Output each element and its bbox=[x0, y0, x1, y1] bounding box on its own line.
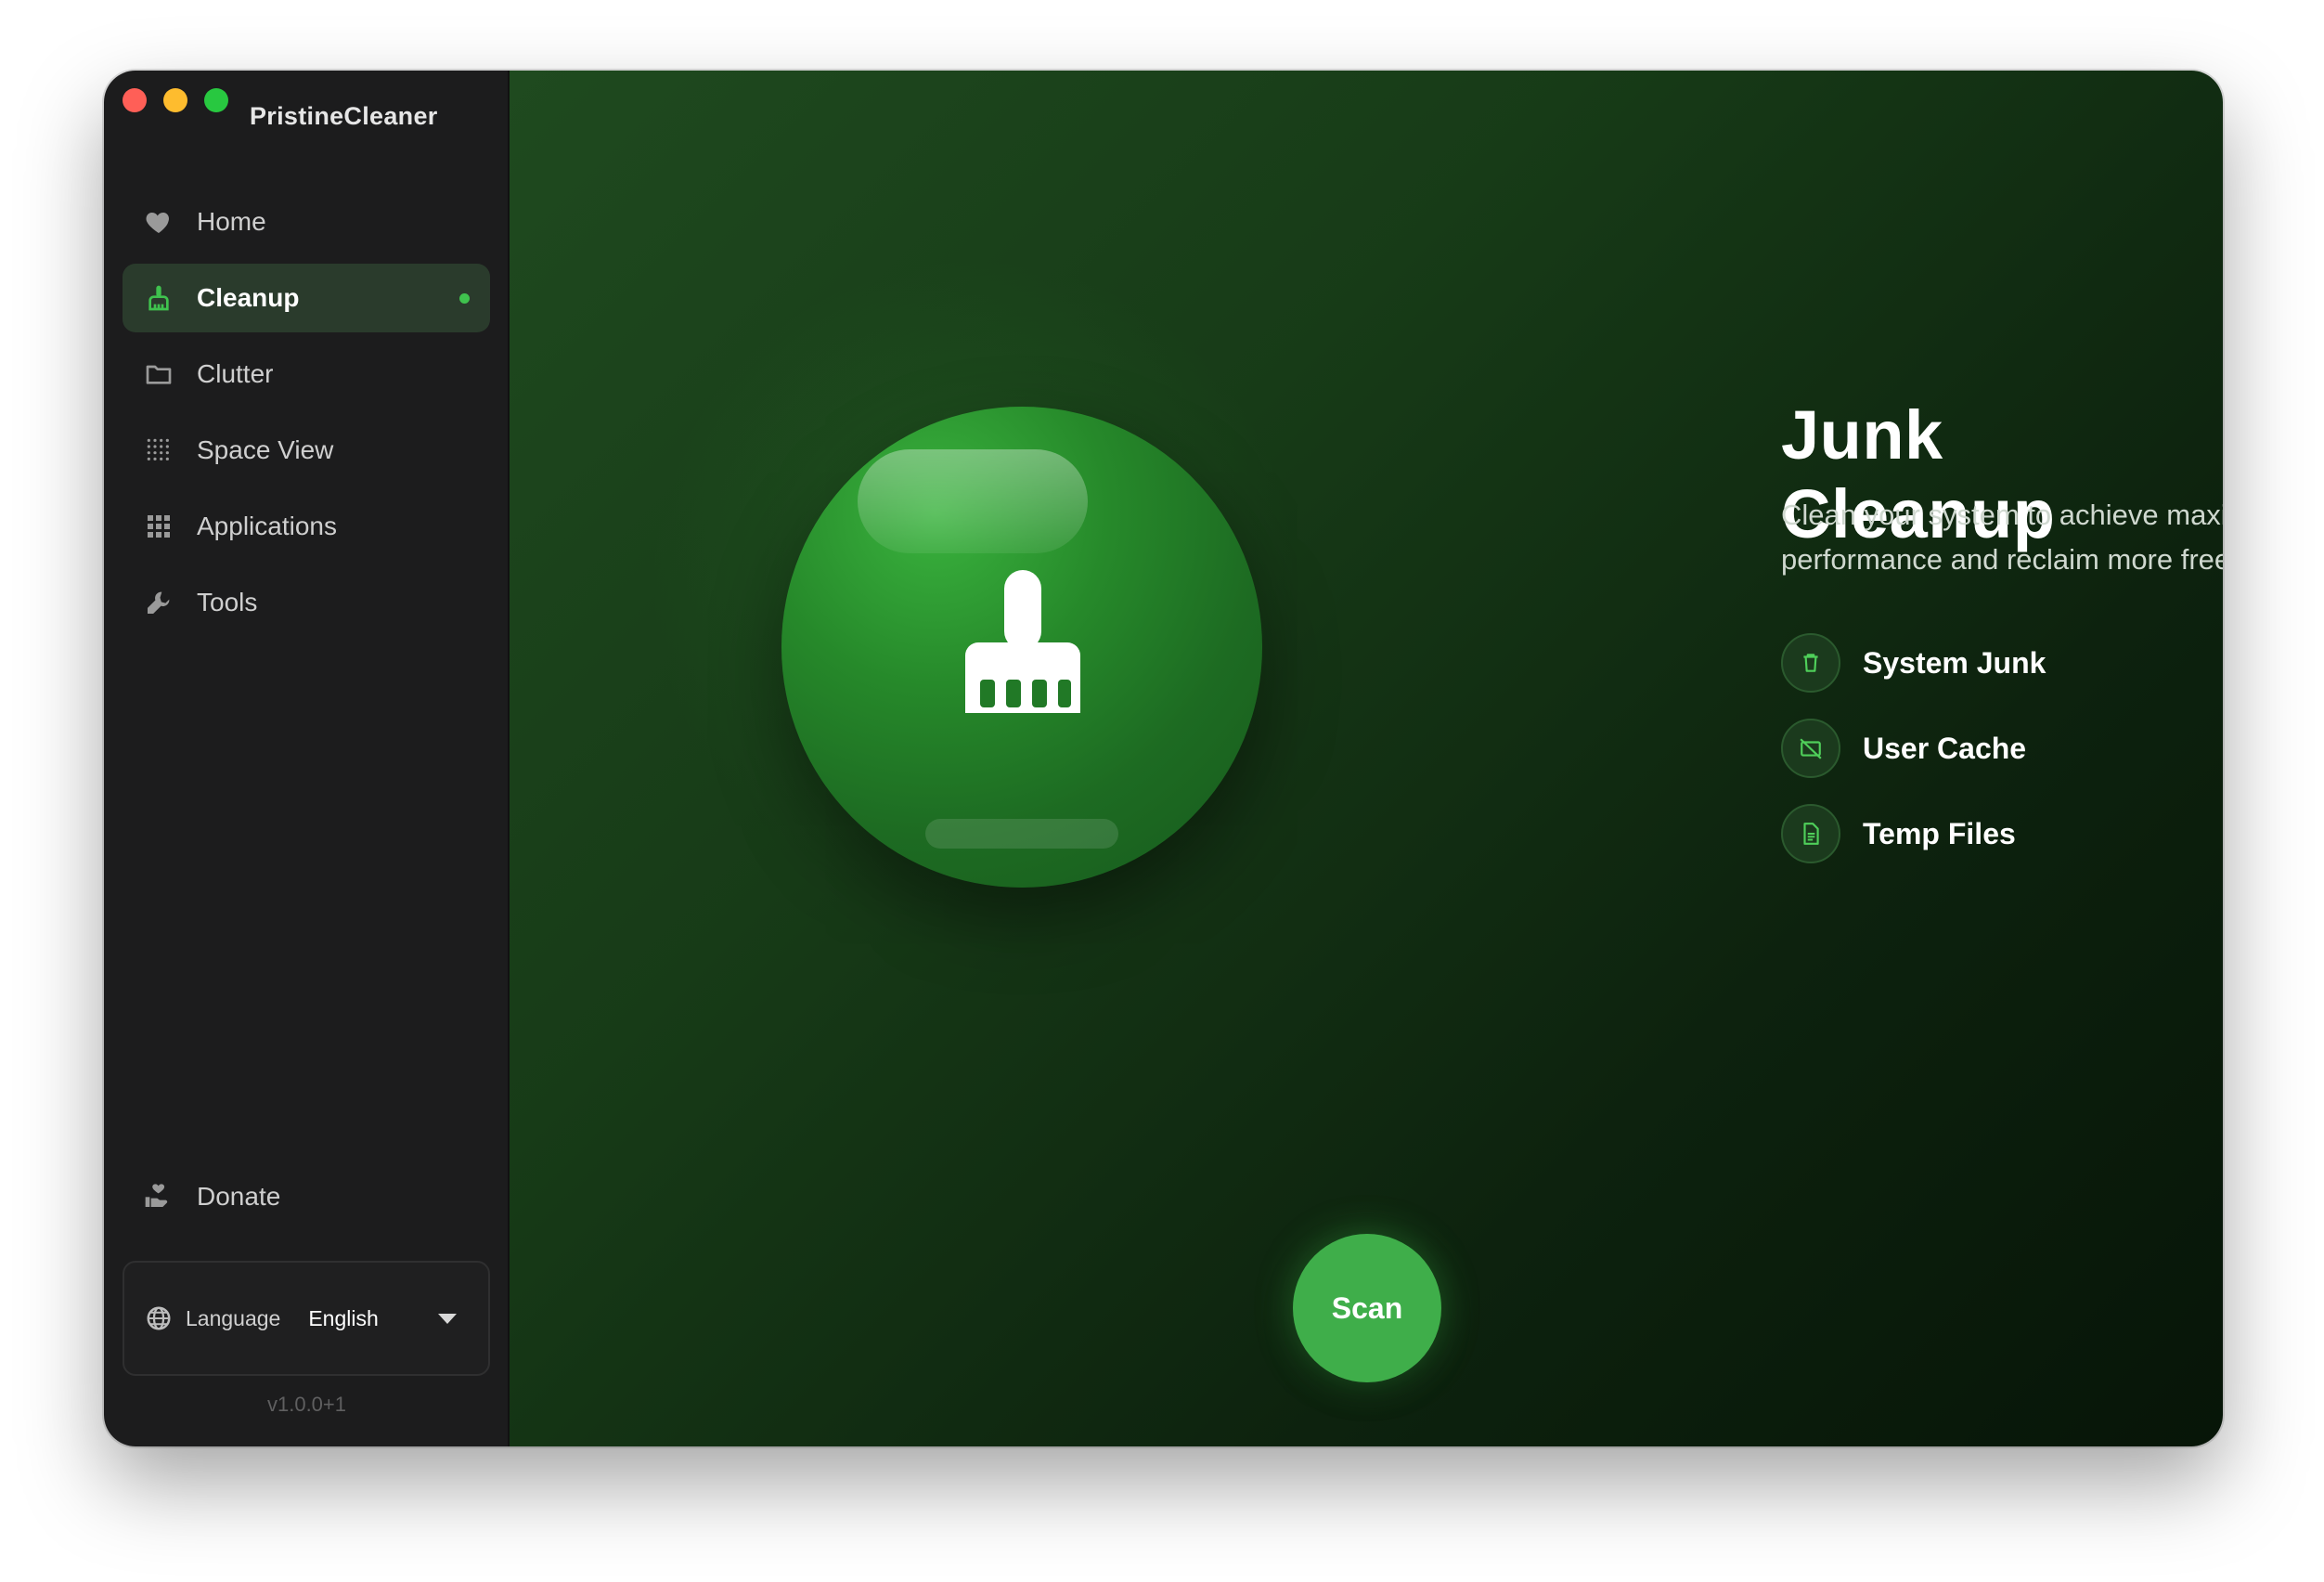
heart-icon bbox=[143, 206, 174, 238]
sidebar-item-label: Clutter bbox=[197, 359, 274, 388]
wrench-icon bbox=[143, 587, 174, 618]
sidebar-item-home[interactable]: Home bbox=[123, 188, 490, 256]
trash-icon bbox=[1781, 633, 1840, 693]
chevron-down-icon[interactable] bbox=[438, 1314, 457, 1324]
sidebar-item-label: Tools bbox=[197, 588, 258, 616]
scan-button[interactable]: Scan bbox=[1293, 1234, 1441, 1382]
language-selector[interactable]: Language English bbox=[123, 1261, 490, 1376]
sidebar-item-label: Space View bbox=[197, 435, 334, 464]
language-value[interactable]: English bbox=[308, 1306, 378, 1331]
window-controls bbox=[123, 88, 228, 112]
sidebar-item-label: Applications bbox=[197, 512, 337, 540]
sidebar-nav: Home Cleanup Clutter Space View Applicat… bbox=[123, 188, 490, 644]
apps-grid-icon bbox=[143, 511, 174, 542]
feature-temp-files: Temp Files bbox=[1781, 804, 2016, 863]
globe-icon bbox=[145, 1304, 173, 1332]
feature-label: Temp Files bbox=[1863, 816, 2016, 850]
broom-icon bbox=[965, 570, 1080, 713]
feature-user-cache: User Cache bbox=[1781, 719, 2026, 778]
sidebar-item-clutter[interactable]: Clutter bbox=[123, 340, 490, 408]
folder-icon bbox=[143, 358, 174, 390]
document-icon bbox=[1781, 804, 1840, 863]
feature-label: User Cache bbox=[1863, 731, 2027, 765]
main-content: Junk Cleanup Clean your system to achiev… bbox=[510, 71, 2223, 1446]
sidebar-item-cleanup[interactable]: Cleanup bbox=[123, 264, 490, 332]
orb-base bbox=[925, 819, 1118, 849]
version-label: v1.0.0+1 bbox=[266, 1393, 346, 1416]
donate-hand-heart-icon bbox=[143, 1181, 174, 1212]
active-indicator bbox=[459, 293, 470, 304]
sidebar-item-tools[interactable]: Tools bbox=[123, 568, 490, 637]
cache-icon bbox=[1781, 719, 1840, 778]
app-window: PristineCleaner Home Cleanup Clutter Spa… bbox=[104, 71, 2223, 1446]
sidebar-item-label: Home bbox=[197, 207, 266, 236]
cleanup-orb bbox=[781, 407, 1262, 888]
app-title: PristineCleaner bbox=[250, 102, 438, 130]
donate-label: Donate bbox=[197, 1182, 281, 1211]
zoom-window-button[interactable] bbox=[204, 88, 228, 112]
orb-shine bbox=[858, 449, 1088, 553]
broom-icon bbox=[143, 282, 174, 314]
feature-system-junk: System Junk bbox=[1781, 633, 2046, 693]
donate-button[interactable]: Donate bbox=[143, 1181, 280, 1212]
close-window-button[interactable] bbox=[123, 88, 147, 112]
minimize-window-button[interactable] bbox=[163, 88, 187, 112]
page-subtitle: Clean your system to achieve maximum per… bbox=[1781, 499, 2223, 576]
language-label: Language bbox=[186, 1305, 281, 1330]
dot-grid-icon bbox=[143, 434, 174, 466]
sidebar: PristineCleaner Home Cleanup Clutter Spa… bbox=[104, 71, 510, 1446]
sidebar-item-label: Cleanup bbox=[197, 283, 300, 312]
feature-label: System Junk bbox=[1863, 645, 2046, 680]
sidebar-item-space-view[interactable]: Space View bbox=[123, 416, 490, 485]
sidebar-item-applications[interactable]: Applications bbox=[123, 492, 490, 561]
